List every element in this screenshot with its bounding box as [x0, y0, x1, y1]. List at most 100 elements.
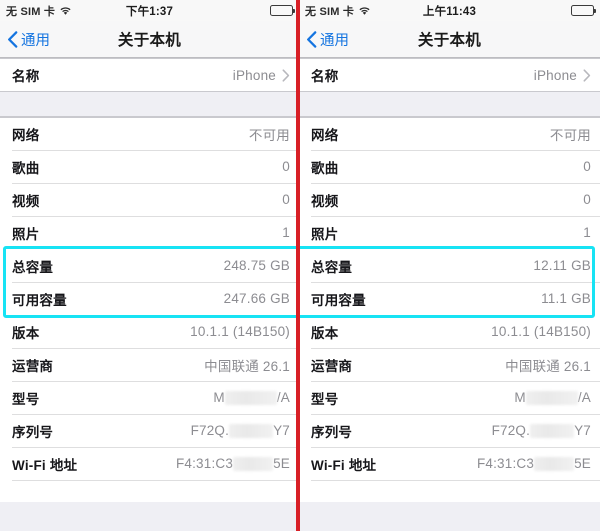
- table-row-available-capacity[interactable]: 可用容量 11.1 GB: [299, 282, 600, 315]
- row-value: 不可用: [248, 128, 290, 143]
- row-value: 0: [583, 159, 591, 174]
- table-row-carrier[interactable]: 运营商 中国联通 26.1: [0, 348, 299, 381]
- media-group: 网络 不可用 歌曲 0 视频 0 照片 1 总: [299, 117, 600, 502]
- table-row-serial-number[interactable]: 序列号 F72Q. Y7: [299, 414, 600, 447]
- row-label: 运营商: [311, 358, 353, 374]
- back-button[interactable]: 通用: [299, 29, 349, 50]
- table-row-songs[interactable]: 歌曲 0: [299, 150, 600, 183]
- table-row-model[interactable]: 型号 M /A: [299, 381, 600, 414]
- media-group: 网络 不可用 歌曲 0 视频 0 照片 1 总: [0, 117, 299, 502]
- comparison-screenshot: 无 SIM 卡 下午1:37 通用 关于本机 名称 iPhone 网络 不可用 …: [0, 0, 600, 531]
- group-separator: [299, 91, 600, 117]
- redacted-value: [530, 423, 575, 438]
- status-bar: 无 SIM 卡 下午1:37: [0, 0, 299, 21]
- chevron-left-icon: [7, 30, 18, 48]
- table-row-model[interactable]: 型号 M /A: [0, 381, 299, 414]
- table-row-wifi-address[interactable]: Wi-Fi 地址 F4:31:C3 5E: [299, 447, 600, 480]
- row-value-prefix: F72Q.: [190, 423, 230, 438]
- table-row-total-capacity[interactable]: 总容量 12.11 GB: [299, 249, 600, 282]
- row-value-prefix: M: [213, 390, 225, 405]
- row-value-suffix: Y7: [574, 423, 591, 438]
- row-value: 11.1 GB: [541, 291, 591, 306]
- row-value-text: iPhone: [533, 67, 577, 83]
- row-value: 中国联通 26.1: [505, 358, 591, 374]
- row-label: 序列号: [12, 424, 54, 440]
- wifi-icon: [59, 6, 72, 16]
- row-value: 0: [282, 192, 290, 207]
- row-value-prefix: M: [514, 390, 526, 405]
- status-bar: 无 SIM 卡 上午11:43: [299, 0, 600, 21]
- row-value: 1: [282, 225, 290, 240]
- table-row-serial-number[interactable]: 序列号 F72Q. Y7: [0, 414, 299, 447]
- table-row-partial[interactable]: [0, 480, 299, 502]
- table-row-wifi-address[interactable]: Wi-Fi 地址 F4:31:C3 5E: [0, 447, 299, 480]
- row-label: 网络: [12, 128, 40, 143]
- carrier-label: 无 SIM 卡: [6, 5, 56, 18]
- row-label: 照片: [12, 226, 40, 242]
- carrier-label: 无 SIM 卡: [305, 5, 355, 18]
- row-label: 视频: [12, 193, 40, 209]
- name-group: 名称 iPhone: [299, 58, 600, 91]
- table-row-available-capacity[interactable]: 可用容量 247.66 GB: [0, 282, 299, 315]
- status-bar-left: 无 SIM 卡: [6, 3, 72, 19]
- row-value: 10.1.1 (14B150): [190, 324, 290, 339]
- row-value-suffix: 5E: [273, 456, 290, 471]
- row-value: F72Q. Y7: [492, 423, 591, 438]
- panel-divider: [296, 0, 300, 531]
- table-row-version[interactable]: 版本 10.1.1 (14B150): [0, 315, 299, 348]
- row-value-suffix: 5E: [574, 456, 591, 471]
- settings-list: 名称 iPhone 网络 不可用 歌曲 0: [0, 58, 299, 502]
- row-value: 1: [583, 225, 591, 240]
- navigation-bar: 通用 关于本机: [0, 21, 299, 58]
- row-label: 网络: [311, 128, 339, 143]
- row-value: M /A: [213, 390, 290, 405]
- row-label: 可用容量: [12, 292, 67, 308]
- table-row-version[interactable]: 版本 10.1.1 (14B150): [299, 315, 600, 348]
- settings-list: 名称 iPhone 网络 不可用 歌曲 0: [299, 58, 600, 502]
- table-row-network[interactable]: 网络 不可用: [0, 117, 299, 150]
- row-label: 视频: [311, 193, 339, 209]
- row-value-prefix: F72Q.: [491, 423, 531, 438]
- row-value: F4:31:C3 5E: [477, 456, 591, 471]
- name-group: 名称 iPhone: [0, 58, 299, 91]
- row-label: 运营商: [12, 358, 54, 374]
- row-value-suffix: Y7: [273, 423, 290, 438]
- table-row-photos[interactable]: 照片 1: [0, 216, 299, 249]
- row-label: 名称: [12, 69, 40, 84]
- back-button-label: 通用: [320, 32, 349, 49]
- table-row-name[interactable]: 名称 iPhone: [0, 58, 299, 91]
- table-row-network[interactable]: 网络 不可用: [299, 117, 600, 150]
- row-value: 12.11 GB: [533, 258, 591, 273]
- row-label: 名称: [311, 69, 339, 84]
- navigation-bar: 通用 关于本机: [299, 21, 600, 58]
- status-bar-left: 无 SIM 卡: [305, 3, 371, 19]
- row-value: 0: [282, 159, 290, 174]
- row-value-text: iPhone: [232, 67, 276, 83]
- row-value: M /A: [514, 390, 591, 405]
- row-value: 247.66 GB: [223, 291, 290, 306]
- row-label: 总容量: [311, 259, 353, 275]
- row-value: 10.1.1 (14B150): [491, 324, 591, 339]
- table-row-total-capacity[interactable]: 总容量 248.75 GB: [0, 249, 299, 282]
- group-separator: [0, 91, 299, 117]
- row-label: 歌曲: [12, 160, 40, 176]
- storage-highlight-group: 总容量 12.11 GB 可用容量 11.1 GB: [299, 246, 600, 318]
- table-row-videos[interactable]: 视频 0: [299, 183, 600, 216]
- table-row-videos[interactable]: 视频 0: [0, 183, 299, 216]
- right-device-panel: 无 SIM 卡 上午11:43 通用 关于本机 名称 iPhone 网络 不可用…: [299, 0, 600, 531]
- row-value-suffix: /A: [577, 390, 591, 405]
- table-row-carrier[interactable]: 运营商 中国联通 26.1: [299, 348, 600, 381]
- back-button[interactable]: 通用: [0, 29, 50, 50]
- row-label: 歌曲: [311, 160, 339, 176]
- redacted-value: [233, 456, 274, 471]
- table-row-partial[interactable]: [299, 480, 600, 502]
- row-label: 可用容量: [311, 292, 366, 308]
- table-row-name[interactable]: 名称 iPhone: [299, 58, 600, 91]
- table-row-songs[interactable]: 歌曲 0: [0, 150, 299, 183]
- left-device-panel: 无 SIM 卡 下午1:37 通用 关于本机 名称 iPhone 网络 不可用 …: [0, 0, 299, 531]
- status-bar-right: [270, 5, 295, 16]
- row-label: 版本: [12, 325, 40, 341]
- table-row-photos[interactable]: 照片 1: [299, 216, 600, 249]
- status-bar-right: [571, 5, 596, 16]
- wifi-icon: [358, 6, 371, 16]
